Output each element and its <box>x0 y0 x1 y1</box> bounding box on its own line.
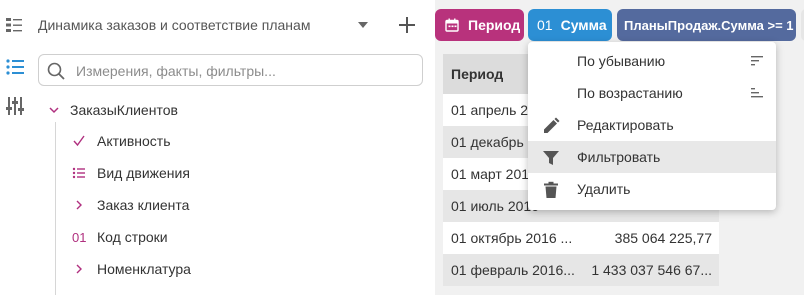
menu-item-label: Фильтровать <box>577 149 661 165</box>
table-row[interactable]: 01 октябрь 2016 ... 385 064 225,77 <box>443 222 719 254</box>
panel-header: Динамика заказов и соответствие планам <box>0 0 435 52</box>
period-chip[interactable]: Период <box>435 9 524 41</box>
menu-item-edit[interactable]: Редактировать <box>528 109 776 141</box>
filter-chip[interactable]: ПланыПродаж.Сумма >= 1 <box>617 9 796 41</box>
number-icon: 01 <box>537 17 553 33</box>
cell-period: 01 февраль 2016... <box>451 262 575 278</box>
tree-item-line-code[interactable]: 01 Код строки <box>72 226 168 248</box>
list-view-icon[interactable] <box>5 57 25 77</box>
menu-item-sort-desc[interactable]: По убыванию <box>528 45 776 77</box>
chevron-down-icon[interactable] <box>48 104 60 116</box>
chevron-right-icon[interactable] <box>72 198 86 212</box>
search-icon <box>47 62 65 80</box>
cell-value: 385 064 225,77 <box>614 230 712 246</box>
table-row[interactable]: 01 февраль 2016... 1 433 037 546 67... <box>443 254 719 286</box>
tree-view-icon[interactable] <box>5 16 23 34</box>
menu-item-label: Редактировать <box>577 117 674 133</box>
tree-item-nomenclature[interactable]: Номенклатура <box>72 258 191 280</box>
menu-item-sort-asc[interactable]: По возрастанию <box>528 77 776 109</box>
tree-item-client-order[interactable]: Заказ клиента <box>72 194 189 216</box>
tree-item-activity[interactable]: Активность <box>72 130 171 152</box>
sort-ascending-icon <box>751 88 763 98</box>
menu-item-delete[interactable]: Удалить <box>528 173 776 205</box>
menu-item-filter[interactable]: Фильтровать <box>528 141 776 173</box>
search-input[interactable]: Измерения, факты, фильтры... <box>38 54 423 86</box>
cell-period: 01 октябрь 2016 ... <box>451 230 573 246</box>
report-title[interactable]: Динамика заказов и соответствие планам <box>38 17 310 33</box>
field-panel: Динамика заказов и соответствие планам И… <box>0 0 435 295</box>
menu-item-label: По возрастанию <box>577 85 683 101</box>
tree-node-orders[interactable]: ЗаказыКлиентов <box>48 100 178 120</box>
sort-descending-icon <box>751 56 763 66</box>
list-icon <box>72 167 85 179</box>
tree-item-label: Номенклатура <box>97 261 191 277</box>
sum-context-menu: По убыванию По возрастанию Редактировать… <box>528 42 776 210</box>
calendar-icon <box>445 18 459 32</box>
filter-icon <box>543 151 559 165</box>
tree-item-label: Активность <box>97 133 171 149</box>
number-icon: 01 <box>72 229 87 245</box>
cell-period: 01 июль 2016 <box>451 198 539 214</box>
tree-node-label: ЗаказыКлиентов <box>70 102 178 118</box>
pencil-icon <box>544 117 560 133</box>
tree-guide-line <box>55 122 56 295</box>
filter-chip-label: ПланыПродаж.Сумма >= 1 <box>624 17 794 33</box>
menu-item-label: По убыванию <box>577 53 666 69</box>
cell-value: 1 433 037 546 67... <box>591 262 712 278</box>
cell-period: 01 март 2016 <box>451 166 537 182</box>
tree-item-label: Заказ клиента <box>97 197 190 213</box>
trash-icon <box>544 181 558 198</box>
chevron-right-icon[interactable] <box>72 262 86 276</box>
check-icon <box>73 135 85 147</box>
search-placeholder: Измерения, факты, фильтры... <box>76 63 276 79</box>
caret-down-icon[interactable] <box>357 20 369 30</box>
tree-item-label: Код строки <box>97 229 168 245</box>
sum-chip-label: Сумма <box>560 17 607 33</box>
tree-item-label: Вид движения <box>97 165 190 181</box>
sum-chip[interactable]: 01 Сумма <box>528 9 612 41</box>
menu-item-label: Удалить <box>577 181 631 197</box>
tree-item-movement-type[interactable]: Вид движения <box>72 162 190 184</box>
period-chip-label: Период <box>468 17 521 33</box>
add-button[interactable] <box>396 14 418 36</box>
settings-sliders-icon[interactable] <box>5 96 25 116</box>
